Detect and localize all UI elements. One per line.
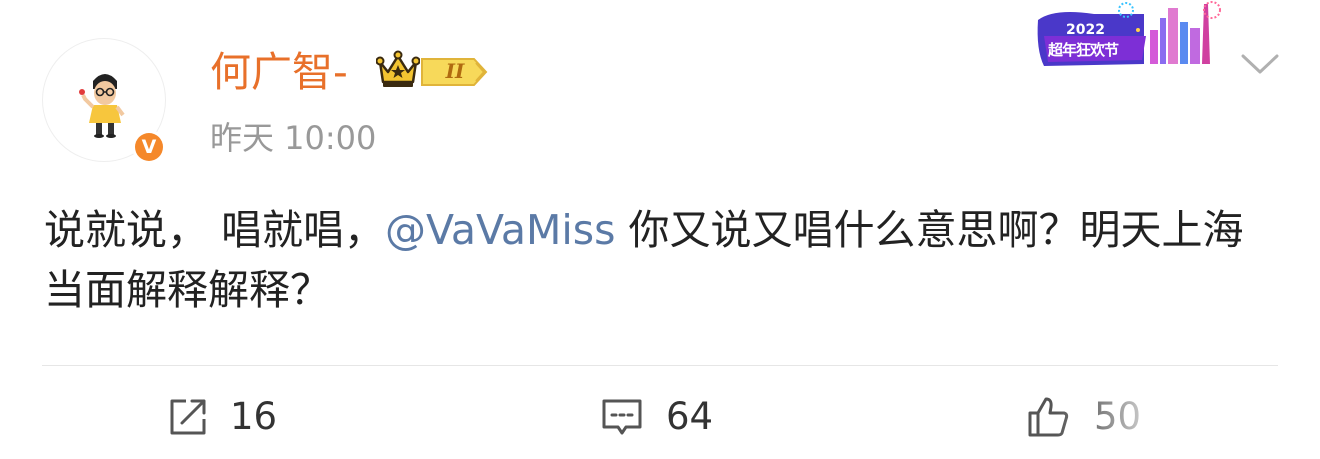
- like-count-fade-overlay: [1056, 395, 1320, 445]
- repost-button[interactable]: 16: [166, 395, 286, 439]
- comment-count: 64: [666, 395, 714, 438]
- repost-count: 16: [230, 395, 278, 438]
- chevron-down-icon[interactable]: [1240, 52, 1280, 78]
- level-badge-text: II: [445, 59, 465, 83]
- banner-year-text: 2022: [1066, 22, 1105, 38]
- author-name[interactable]: 何广智-: [210, 46, 348, 98]
- divider: [42, 365, 1278, 366]
- comment-button[interactable]: 64: [600, 395, 730, 439]
- comment-icon: [602, 399, 642, 435]
- verified-v-icon: V: [135, 133, 163, 161]
- verified-badge: V: [132, 130, 166, 164]
- post-content: 说就说， 唱就唱，@VaVaMiss 你又说又唱什么意思啊？明天上海当面解释解释…: [44, 200, 1274, 320]
- mention-link[interactable]: @VaVaMiss: [385, 206, 615, 254]
- external-link-icon: [170, 399, 206, 435]
- post-timestamp: 昨天 10:00: [210, 119, 377, 157]
- banner-title-text: 超年狂欢节: [1048, 41, 1119, 59]
- content-text-before: 说就说， 唱就唱，: [44, 206, 386, 254]
- crown-icon: [376, 50, 420, 87]
